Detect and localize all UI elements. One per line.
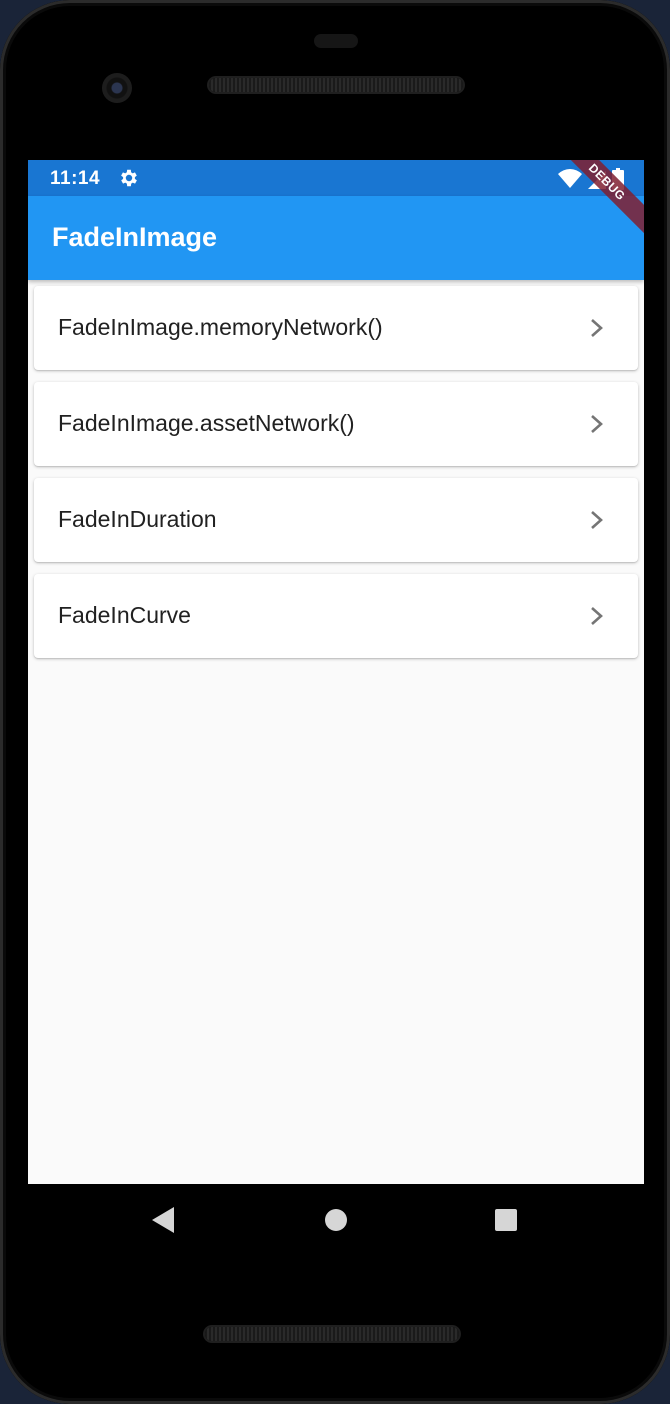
home-circle-icon[interactable] [325, 1209, 347, 1231]
front-camera-icon [102, 73, 132, 103]
status-bar: 11:14 [28, 160, 644, 196]
list-item-label: FadeInImage.assetNetwork() [58, 410, 355, 436]
chevron-right-icon [591, 319, 603, 337]
list-item-label: FadeInCurve [58, 602, 191, 628]
list-item-asset-network[interactable]: FadeInImage.assetNetwork() [34, 382, 638, 466]
status-time: 11:14 [50, 168, 101, 189]
earpiece-slot [314, 34, 358, 48]
settings-gear-icon [121, 169, 137, 187]
list-item-fade-in-duration[interactable]: FadeInDuration [34, 478, 638, 562]
back-triangle-icon[interactable] [152, 1207, 176, 1233]
wifi-icon [558, 169, 582, 188]
demo-list: FadeInImage.memoryNetwork() FadeInImage.… [34, 286, 638, 670]
list-item-memory-network[interactable]: FadeInImage.memoryNetwork() [34, 286, 638, 370]
chevron-right-icon [591, 511, 603, 529]
list-item-label: FadeInDuration [58, 506, 217, 532]
chevron-right-icon [591, 415, 603, 433]
page-title: FadeInImage [52, 222, 218, 252]
phone-frame: 11:14 FadeInImage DEBUG FadeInImage.memo… [0, 0, 670, 1404]
top-speaker-grille [209, 78, 463, 92]
recents-square-icon[interactable] [495, 1209, 517, 1231]
list-item-fade-in-curve[interactable]: FadeInCurve [34, 574, 638, 658]
app-bar: FadeInImage [28, 196, 644, 280]
screen: 11:14 FadeInImage DEBUG FadeInImage.memo… [28, 160, 644, 1184]
list-item-label: FadeInImage.memoryNetwork() [58, 314, 383, 340]
bottom-speaker-grille [205, 1327, 459, 1341]
chevron-right-icon [591, 607, 603, 625]
